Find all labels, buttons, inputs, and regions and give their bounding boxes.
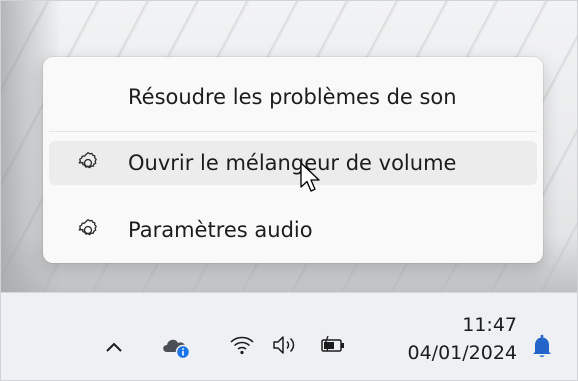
menu-item-troubleshoot-sound[interactable]: Résoudre les problèmes de son bbox=[49, 75, 537, 119]
volume-context-menu: Résoudre les problèmes de son Ouvrir le … bbox=[43, 57, 543, 263]
menu-item-open-volume-mixer[interactable]: Ouvrir le mélangeur de volume bbox=[49, 141, 537, 185]
taskbar-clock[interactable]: 11:47 04/01/2024 bbox=[385, 311, 517, 367]
gear-icon bbox=[78, 219, 97, 236]
menu-item-label: Paramètres audio bbox=[128, 218, 313, 242]
gear-icon bbox=[78, 152, 97, 169]
menu-item-label: Ouvrir le mélangeur de volume bbox=[128, 151, 457, 175]
notification-bell-icon[interactable] bbox=[530, 333, 554, 361]
battery-icon[interactable] bbox=[319, 334, 347, 356]
wifi-icon[interactable] bbox=[229, 334, 255, 356]
chevron-up-icon[interactable] bbox=[105, 340, 123, 354]
menu-item-audio-settings[interactable]: Paramètres audio bbox=[49, 208, 537, 252]
menu-separator bbox=[49, 131, 537, 132]
speaker-icon[interactable] bbox=[271, 334, 299, 356]
clock-time: 11:47 bbox=[462, 314, 517, 336]
clock-date: 04/01/2024 bbox=[407, 342, 517, 364]
screen: PC ASTUCES Résoudre les problèmes de son… bbox=[0, 0, 578, 381]
mouse-cursor-icon bbox=[300, 162, 320, 192]
menu-item-label: Résoudre les problèmes de son bbox=[128, 85, 457, 109]
onedrive-cloud-icon[interactable] bbox=[161, 334, 193, 360]
